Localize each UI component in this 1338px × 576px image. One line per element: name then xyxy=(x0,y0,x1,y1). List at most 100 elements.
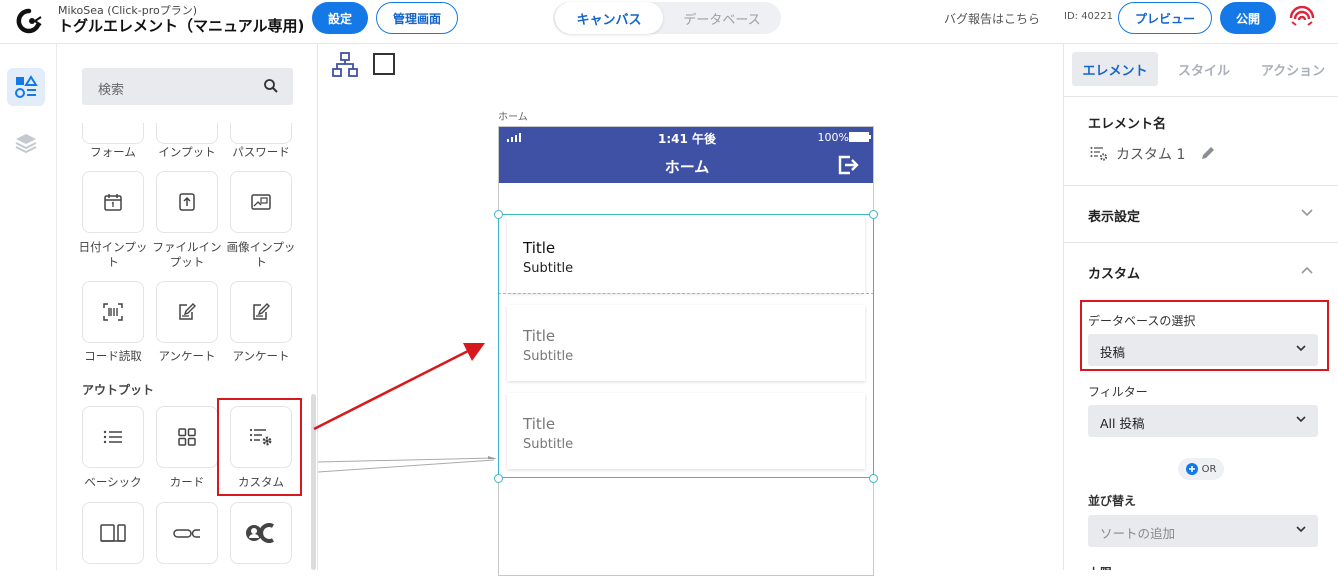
limit-label: 上限 xyxy=(1088,564,1112,570)
tab-style[interactable]: スタイル xyxy=(1164,52,1244,86)
settings-button[interactable]: 設定 xyxy=(312,2,368,34)
list-icon xyxy=(103,430,122,444)
top-bar: MikoSea (Click-proプラン) トグルエレメント（マニュアル専用)… xyxy=(0,0,1338,44)
left-rail xyxy=(0,44,57,570)
form-label: フォーム xyxy=(90,145,136,159)
admin-button[interactable]: 管理画面 xyxy=(376,2,458,34)
battery-icon xyxy=(849,132,871,142)
chevron-down-icon[interactable] xyxy=(1301,209,1313,217)
broadcast-icon[interactable] xyxy=(1288,6,1316,28)
basic-list-label: ベーシック xyxy=(84,475,142,489)
sort-label: 並び替え xyxy=(1088,494,1137,508)
chain-link-icon xyxy=(173,529,200,538)
resize-handle-top-right[interactable] xyxy=(869,210,878,219)
pencil-icon[interactable] xyxy=(1200,145,1216,161)
view-switcher: キャンバス データベース xyxy=(553,2,781,34)
display-settings-heading[interactable]: 表示設定 xyxy=(1088,206,1140,225)
search-icon[interactable] xyxy=(263,78,279,94)
avatar-group-icon xyxy=(246,523,274,543)
survey-label: アンケート xyxy=(158,349,216,363)
element-name-value[interactable]: カスタム 1 xyxy=(1116,144,1185,164)
tab-action[interactable]: アクション xyxy=(1250,52,1336,86)
split-view-tile[interactable] xyxy=(82,502,144,564)
split-panel-icon xyxy=(100,524,126,542)
app-bar-title: ホーム xyxy=(664,158,710,176)
divider xyxy=(1064,242,1338,243)
tab-database[interactable]: データベース xyxy=(665,2,779,34)
date-input-label: 日付インプット xyxy=(78,240,148,269)
code-reader-label: コード読取 xyxy=(84,349,142,363)
avatar-tile[interactable] xyxy=(230,502,292,564)
sort-placeholder: ソートの追加 xyxy=(1100,526,1176,541)
logout-icon[interactable] xyxy=(837,154,859,176)
divider xyxy=(1064,185,1338,186)
layers-icon xyxy=(15,134,37,154)
tab-element[interactable]: エレメント xyxy=(1072,52,1158,86)
survey-tile[interactable] xyxy=(156,281,218,343)
or-label: OR xyxy=(1201,463,1217,475)
palette-scrollbar[interactable] xyxy=(311,394,316,570)
link-tile[interactable] xyxy=(156,502,218,564)
mikosea-logo-icon[interactable] xyxy=(16,8,42,34)
custom-section-heading[interactable]: カスタム xyxy=(1088,263,1140,282)
date-input-tile[interactable] xyxy=(82,171,144,233)
resize-handle-top-left[interactable] xyxy=(494,210,503,219)
shapes-icon xyxy=(15,75,38,98)
image-input-tile[interactable] xyxy=(230,171,292,233)
survey-label-2: アンケート xyxy=(232,349,290,363)
canvas-area: ホーム 1:41 午後 100% ホーム Title Subtitle Titl… xyxy=(318,44,1063,576)
chevron-down-icon xyxy=(1296,416,1306,423)
filter-label: フィルター xyxy=(1088,385,1148,399)
file-upload-icon xyxy=(179,193,195,211)
image-icon xyxy=(251,194,271,210)
basic-list-tile[interactable] xyxy=(82,406,144,468)
db-select-highlight xyxy=(1080,300,1329,371)
screen-name-label: ホーム xyxy=(498,112,528,123)
add-or-filter-button[interactable]: OR xyxy=(1178,458,1224,480)
password-label: パスワード xyxy=(232,145,290,159)
survey-tile-2[interactable] xyxy=(230,281,292,343)
frame-icon[interactable] xyxy=(372,52,396,76)
search-placeholder-overlay: 検索 xyxy=(98,83,125,98)
selected-element-box[interactable] xyxy=(498,214,874,478)
preview-button[interactable]: プレビュー xyxy=(1118,2,1212,34)
edit-form-icon xyxy=(253,303,270,320)
publish-button[interactable]: 公開 xyxy=(1220,2,1276,34)
filter-select[interactable]: All 投稿 xyxy=(1088,405,1318,437)
sort-select[interactable]: ソートの追加 xyxy=(1088,515,1318,547)
custom-tile-highlight xyxy=(217,398,302,496)
file-input-tile[interactable] xyxy=(156,171,218,233)
app-bar: ホーム xyxy=(499,147,873,183)
sitemap-icon[interactable] xyxy=(332,52,358,78)
element-name-heading: エレメント名 xyxy=(1088,117,1167,132)
barcode-icon xyxy=(103,303,123,321)
search-input-overlay[interactable]: 検索 xyxy=(82,68,293,105)
battery-text: 100% xyxy=(817,131,849,144)
plus-circle-icon xyxy=(1185,463,1198,475)
filter-value: All 投稿 xyxy=(1100,416,1145,431)
project-title: トグルエレメント（マニュアル専用) xyxy=(58,17,305,35)
list-settings-icon xyxy=(1090,147,1108,161)
image-input-label: 画像インプット xyxy=(226,240,296,269)
input-label: インプット xyxy=(158,145,216,159)
card-list-label: カード xyxy=(169,475,205,489)
edit-form-icon xyxy=(179,303,196,320)
resize-handle-bottom-right[interactable] xyxy=(869,474,878,483)
calendar-icon xyxy=(104,194,122,211)
properties-panel: エレメント スタイル アクション エレメント名 カスタム 1 表示設定 カスタム… xyxy=(1063,44,1338,570)
bug-report-link[interactable]: バグ報告はこちら xyxy=(944,10,1040,27)
resize-handle-bottom-left[interactable] xyxy=(494,474,503,483)
grid-icon xyxy=(178,428,196,446)
project-id: ID: 40221 xyxy=(1064,11,1114,22)
chevron-down-icon xyxy=(1296,526,1306,533)
tab-canvas[interactable]: キャンバス xyxy=(555,2,663,34)
divider xyxy=(1064,96,1338,97)
card-list-tile[interactable] xyxy=(156,406,218,468)
layers-rail-button[interactable] xyxy=(7,124,45,162)
output-section-heading: アウトプット xyxy=(82,383,155,397)
file-input-label: ファイルインプット xyxy=(152,240,222,269)
status-bar: 1:41 午後 100% xyxy=(499,127,873,147)
elements-rail-button[interactable] xyxy=(7,68,45,106)
chevron-up-icon[interactable] xyxy=(1301,266,1313,274)
code-reader-tile[interactable] xyxy=(82,281,144,343)
